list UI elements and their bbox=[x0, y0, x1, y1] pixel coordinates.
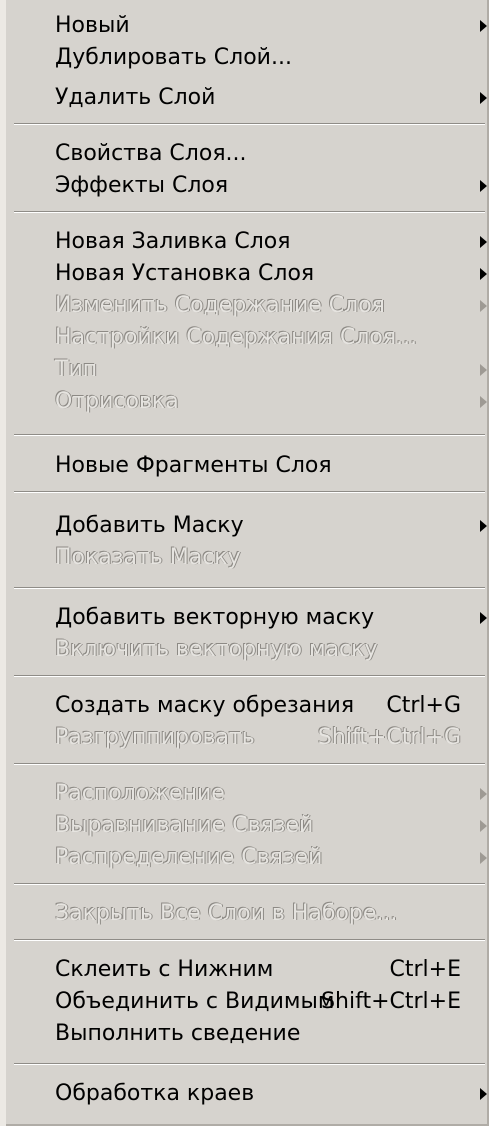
menu-item-label: Расположение bbox=[55, 781, 225, 806]
menu-item-label: Показать Маску bbox=[55, 545, 241, 570]
menu-item-label: Тип bbox=[55, 357, 98, 382]
menu-item-label: Добавить векторную маску bbox=[55, 605, 375, 630]
menu-separator bbox=[14, 675, 485, 677]
menu-item-label: Новый bbox=[55, 13, 130, 38]
menu-item-3[interactable]: Удалить Слой bbox=[55, 82, 489, 114]
submenu-arrow-icon bbox=[480, 788, 487, 800]
menu-item-22: Закрыть Все Слои в Наборе... bbox=[55, 898, 489, 930]
menu-item-23[interactable]: Склеить с Нижним Ctrl+E bbox=[55, 954, 489, 986]
menu-item-10: Тип bbox=[55, 354, 489, 386]
menu-separator bbox=[14, 434, 485, 436]
menu-item-label: Новые Фрагменты Слоя bbox=[55, 453, 332, 478]
menu-item-7[interactable]: Новая Установка Слоя bbox=[55, 258, 489, 290]
menu-item-6[interactable]: Новая Заливка Слоя bbox=[55, 226, 489, 258]
menu-item-label: Создать маску обрезания bbox=[55, 693, 355, 718]
menu-item-label: Выполнить сведение bbox=[55, 1021, 301, 1046]
menu-item-label: Объединить с Видимым bbox=[55, 989, 335, 1014]
menu-item-shortcut: Shift+Ctrl+G bbox=[317, 725, 461, 750]
menu-item-label: Отрисовка bbox=[55, 389, 179, 414]
menu-item-label: Свойства Слоя... bbox=[55, 141, 247, 166]
submenu-arrow-icon bbox=[480, 236, 487, 248]
menu-item-shortcut: Ctrl+E bbox=[389, 957, 461, 982]
menu-item-label: Добавить Маску bbox=[55, 513, 244, 538]
menu-separator bbox=[14, 123, 485, 125]
menu-item-label: Выравнивание Связей bbox=[55, 813, 314, 838]
menu-item-24[interactable]: Объединить с Видимым Shift+Ctrl+E bbox=[55, 986, 489, 1018]
menu-item-8: Изменить Содержание Слоя bbox=[55, 290, 489, 322]
menu-item-2[interactable]: Дублировать Слой... bbox=[55, 42, 489, 74]
menu-item-shortcut: Shift+Ctrl+E bbox=[321, 989, 461, 1014]
submenu-arrow-icon bbox=[480, 92, 487, 104]
menu-item-label: Разгруппировать bbox=[55, 725, 255, 750]
submenu-arrow-icon bbox=[480, 300, 487, 312]
menu-item-label: Закрыть Все Слои в Наборе... bbox=[55, 901, 398, 926]
menu-item-9: Настройки Содержания Слоя... bbox=[55, 322, 489, 354]
layer-context-menu: Новый Дублировать Слой... Удалить Слой Свой… bbox=[0, 0, 489, 1126]
menu-item-26[interactable]: Обработка краев bbox=[55, 1078, 489, 1110]
menu-item-21: Распределение Связей bbox=[55, 842, 489, 874]
menu-item-label: Новая Заливка Слоя bbox=[55, 229, 291, 254]
menu-item-4[interactable]: Свойства Слоя... bbox=[55, 138, 489, 170]
menu-item-11: Отрисовка bbox=[55, 386, 489, 418]
menu-item-shortcut: Ctrl+G bbox=[386, 693, 461, 718]
menu-item-label: Удалить Слой bbox=[55, 85, 216, 110]
submenu-arrow-icon bbox=[480, 820, 487, 832]
menu-separator bbox=[14, 491, 485, 493]
menu-item-16: Включить векторную маску bbox=[55, 634, 489, 666]
submenu-arrow-icon bbox=[480, 852, 487, 864]
menu-separator bbox=[14, 883, 485, 885]
menu-item-label: Новая Установка Слоя bbox=[55, 261, 315, 286]
menu-item-label: Изменить Содержание Слоя bbox=[55, 293, 385, 318]
menu-item-20: Выравнивание Связей bbox=[55, 810, 489, 842]
menu-item-17[interactable]: Создать маску обрезания Ctrl+G bbox=[55, 690, 489, 722]
menu-item-18: Разгруппировать Shift+Ctrl+G bbox=[55, 722, 489, 754]
menu-item-label: Распределение Связей bbox=[55, 845, 323, 870]
submenu-arrow-icon bbox=[480, 268, 487, 280]
submenu-arrow-icon bbox=[480, 396, 487, 408]
menu-item-5[interactable]: Эффекты Слоя bbox=[55, 170, 489, 202]
menu-item-25[interactable]: Выполнить сведение bbox=[55, 1018, 489, 1050]
menu-item-label: Склеить с Нижним bbox=[55, 957, 274, 982]
submenu-arrow-icon bbox=[480, 520, 487, 532]
menu-item-label: Дублировать Слой... bbox=[55, 45, 292, 70]
menu-separator bbox=[14, 587, 485, 589]
menu-separator bbox=[14, 1063, 485, 1065]
menu-item-label: Обработка краев bbox=[55, 1081, 255, 1106]
menu-item-14: Показать Маску bbox=[55, 542, 489, 574]
submenu-arrow-icon bbox=[480, 364, 487, 376]
submenu-arrow-icon bbox=[480, 1088, 487, 1100]
menu-separator bbox=[14, 763, 485, 765]
menu-item-label: Эффекты Слоя bbox=[55, 173, 229, 198]
submenu-arrow-icon bbox=[480, 20, 487, 32]
menu-item-label: Настройки Содержания Слоя... bbox=[55, 325, 418, 350]
menu-item-12[interactable]: Новые Фрагменты Слоя bbox=[55, 450, 489, 482]
menu-item-15[interactable]: Добавить векторную маску bbox=[55, 602, 489, 634]
menu-item-13[interactable]: Добавить Маску bbox=[55, 510, 489, 542]
submenu-arrow-icon bbox=[480, 612, 487, 624]
menu-item-label: Включить векторную маску bbox=[55, 637, 378, 662]
menu-item-19: Расположение bbox=[55, 778, 489, 810]
menu-item-1[interactable]: Новый bbox=[55, 10, 489, 42]
submenu-arrow-icon bbox=[480, 180, 487, 192]
menu-separator bbox=[14, 211, 485, 213]
menu-separator bbox=[14, 939, 485, 941]
